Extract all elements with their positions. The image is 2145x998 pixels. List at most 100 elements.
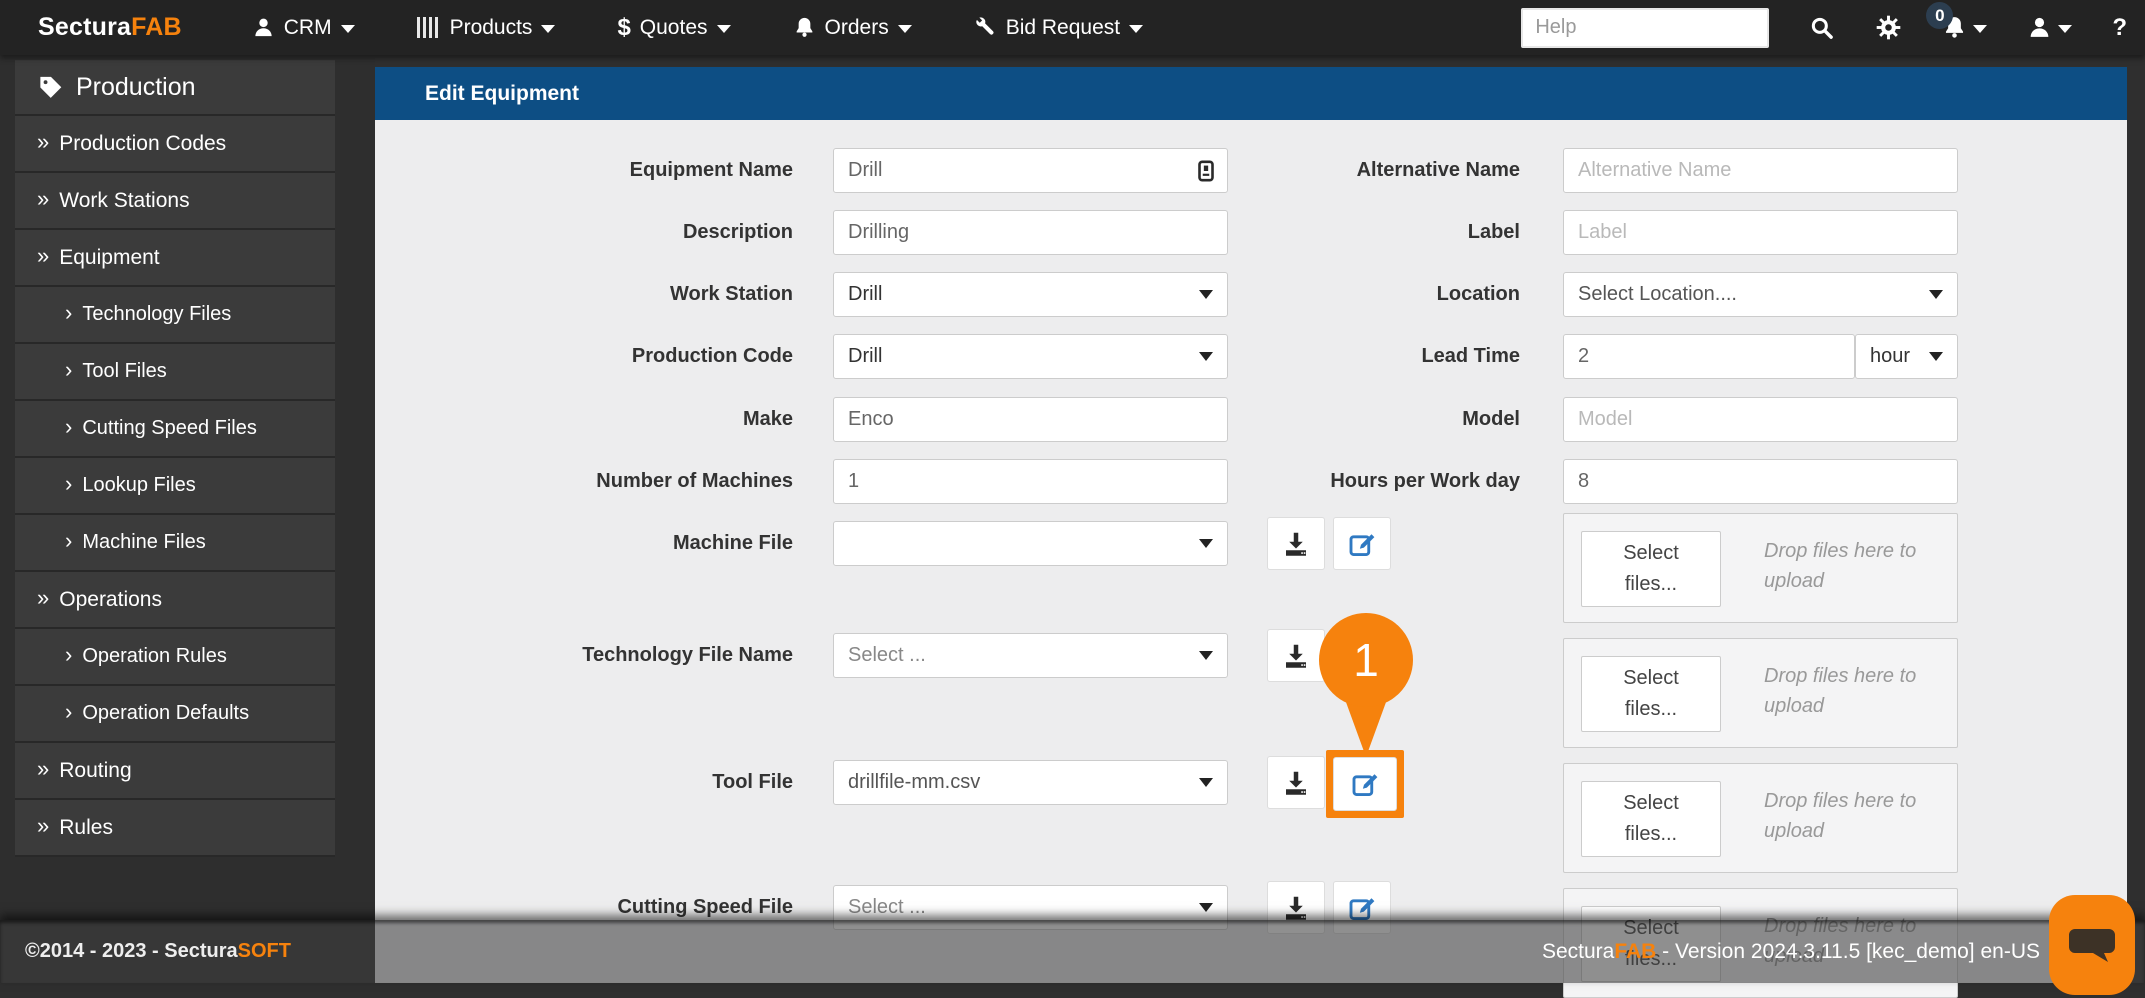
menu-quotes[interactable]: $ Quotes xyxy=(617,14,731,42)
field-label: Lead Time xyxy=(1421,345,1520,367)
sidebar-item-equipment[interactable]: » Equipment xyxy=(15,230,335,287)
menu-products[interactable]: Products xyxy=(416,15,556,40)
tool-file-edit-button[interactable] xyxy=(1333,757,1397,811)
menu-label: Bid Request xyxy=(1005,15,1121,39)
chevron-down-icon xyxy=(897,25,912,33)
chevron-icon: » xyxy=(37,813,50,838)
tool-file-dropzone[interactable]: Select files... Drop files here to uploa… xyxy=(1563,763,1958,873)
chevron-icon: » xyxy=(37,585,50,610)
field-label: Number of Machines xyxy=(596,470,793,492)
technology-file-edit-button[interactable] xyxy=(1333,629,1391,682)
app-logo[interactable]: SecturaFAB xyxy=(38,13,182,42)
menu-crm[interactable]: CRM xyxy=(252,16,355,40)
chevron-down-icon xyxy=(1199,539,1213,548)
chevron-icon: » xyxy=(37,243,50,268)
alternative-name-input[interactable] xyxy=(1563,148,1958,193)
select-value: Select Location.... xyxy=(1578,283,1737,305)
tool-file-select[interactable]: drillfile-mm.csv xyxy=(833,760,1228,805)
chevron-down-icon xyxy=(1973,25,1988,33)
select-files-button[interactable]: Select files... xyxy=(1581,656,1721,732)
user-menu-button[interactable] xyxy=(2027,15,2073,40)
menu-label: Products xyxy=(449,15,533,39)
field-label: Label xyxy=(1467,221,1520,243)
field-label: Make xyxy=(742,408,793,430)
chevron-down-icon xyxy=(1199,651,1213,660)
sidebar-item-label: Production Codes xyxy=(59,131,227,155)
chevron-down-icon xyxy=(1929,352,1943,361)
machine-file-select[interactable] xyxy=(833,521,1228,566)
sidebar-item-cutting-speed-files[interactable]: › Cutting Speed Files xyxy=(15,401,335,458)
menu-orders[interactable]: Orders xyxy=(793,16,912,40)
chevron-down-icon xyxy=(1199,778,1213,787)
sidebar-title-label: Production xyxy=(76,72,196,101)
hours-per-work-day-input[interactable] xyxy=(1563,459,1958,504)
gear-icon xyxy=(1877,15,1901,40)
machine-file-dropzone[interactable]: Select files... Drop files here to uploa… xyxy=(1563,513,1958,623)
field-label: Work Station xyxy=(670,283,793,305)
version-text: Sectura FAB - Version 2024.3.11.5 [kec_de… xyxy=(1542,920,2040,983)
edit-icon xyxy=(1349,533,1375,556)
select-value: drillfile-mm.csv xyxy=(848,771,981,793)
version-suffix: - Version 2024.3.11.5 [kec_demo] en-US xyxy=(1656,939,2040,963)
settings-button[interactable] xyxy=(1875,14,1902,41)
sidebar-item-production-codes[interactable]: » Production Codes xyxy=(15,116,335,173)
field-label: Model xyxy=(1462,408,1520,430)
sidebar-item-tool-files[interactable]: › Tool Files xyxy=(15,344,335,401)
field-label: Location xyxy=(1436,283,1520,305)
sidebar-item-label: Equipment xyxy=(59,245,160,269)
sidebar-item-work-stations[interactable]: » Work Stations xyxy=(15,173,335,230)
menu-bid-request[interactable]: Bid Request xyxy=(974,15,1144,40)
search-button[interactable] xyxy=(1809,15,1835,41)
chevron-icon: » xyxy=(37,186,50,211)
notifications-button[interactable]: 0 xyxy=(1926,2,1988,40)
copyright-brand: SOFT xyxy=(237,940,291,962)
bars-icon xyxy=(416,17,441,38)
version-prefix: Sectura xyxy=(1541,939,1615,963)
field-label: Production Code xyxy=(631,345,793,367)
chat-launcher-button[interactable] xyxy=(2049,895,2135,995)
tool-file-download-button[interactable] xyxy=(1267,756,1325,809)
label-input[interactable] xyxy=(1563,210,1958,255)
chevron-icon: › xyxy=(65,528,73,553)
copyright-text: ©2014 - 2023 - Sectura SOFT xyxy=(25,920,291,983)
help-search-input[interactable] xyxy=(1521,7,1770,48)
bell-icon xyxy=(793,16,816,39)
lead-time-unit-select[interactable]: hour xyxy=(1855,334,1958,379)
field-label: Hours per Work day xyxy=(1330,470,1520,492)
help-button[interactable]: ? xyxy=(2112,14,2127,42)
sidebar-item-label: Cutting Speed Files xyxy=(82,417,257,439)
technology-file-dropzone[interactable]: Select files... Drop files here to uploa… xyxy=(1563,638,1958,748)
machine-file-edit-button[interactable] xyxy=(1333,517,1391,570)
field-label: Tool File xyxy=(712,771,793,793)
chevron-icon: › xyxy=(65,414,73,439)
lead-time-input[interactable] xyxy=(1563,334,1855,379)
sidebar-item-technology-files[interactable]: › Technology Files xyxy=(15,287,335,344)
technology-file-select[interactable]: Select ... xyxy=(833,633,1228,678)
chevron-icon: » xyxy=(37,129,50,154)
sidebar-item-lookup-files[interactable]: › Lookup Files xyxy=(15,458,335,515)
select-value: Select ... xyxy=(848,644,926,666)
chevron-icon: › xyxy=(65,300,73,325)
select-files-button[interactable]: Select files... xyxy=(1581,531,1721,607)
location-select[interactable]: Select Location.... xyxy=(1563,272,1958,317)
field-label: Alternative Name xyxy=(1356,159,1520,181)
sidebar-item-operation-rules[interactable]: › Operation Rules xyxy=(15,629,335,686)
edit-icon xyxy=(1349,645,1375,668)
sidebar-item-label: Technology Files xyxy=(82,303,232,325)
model-input[interactable] xyxy=(1563,397,1958,442)
chevron-icon: » xyxy=(37,756,50,781)
sidebar-item-operation-defaults[interactable]: › Operation Defaults xyxy=(15,686,335,743)
chevron-icon: › xyxy=(65,642,73,667)
sidebar-item-operations[interactable]: » Operations xyxy=(15,572,335,629)
sidebar-item-machine-files[interactable]: › Machine Files xyxy=(15,515,335,572)
field-label: Machine File xyxy=(672,532,793,554)
logo-text-orange: FAB xyxy=(131,13,182,41)
sidebar-item-rules[interactable]: » Rules xyxy=(15,800,335,857)
machine-file-download-button[interactable] xyxy=(1267,517,1325,570)
edit-icon xyxy=(1349,897,1375,920)
select-files-button[interactable]: Select files... xyxy=(1581,781,1721,857)
sidebar-item-routing[interactable]: » Routing xyxy=(15,743,335,800)
marker-tail xyxy=(1339,683,1393,757)
technology-file-download-button[interactable] xyxy=(1267,629,1325,682)
field-label: Technology File Name xyxy=(582,644,793,666)
